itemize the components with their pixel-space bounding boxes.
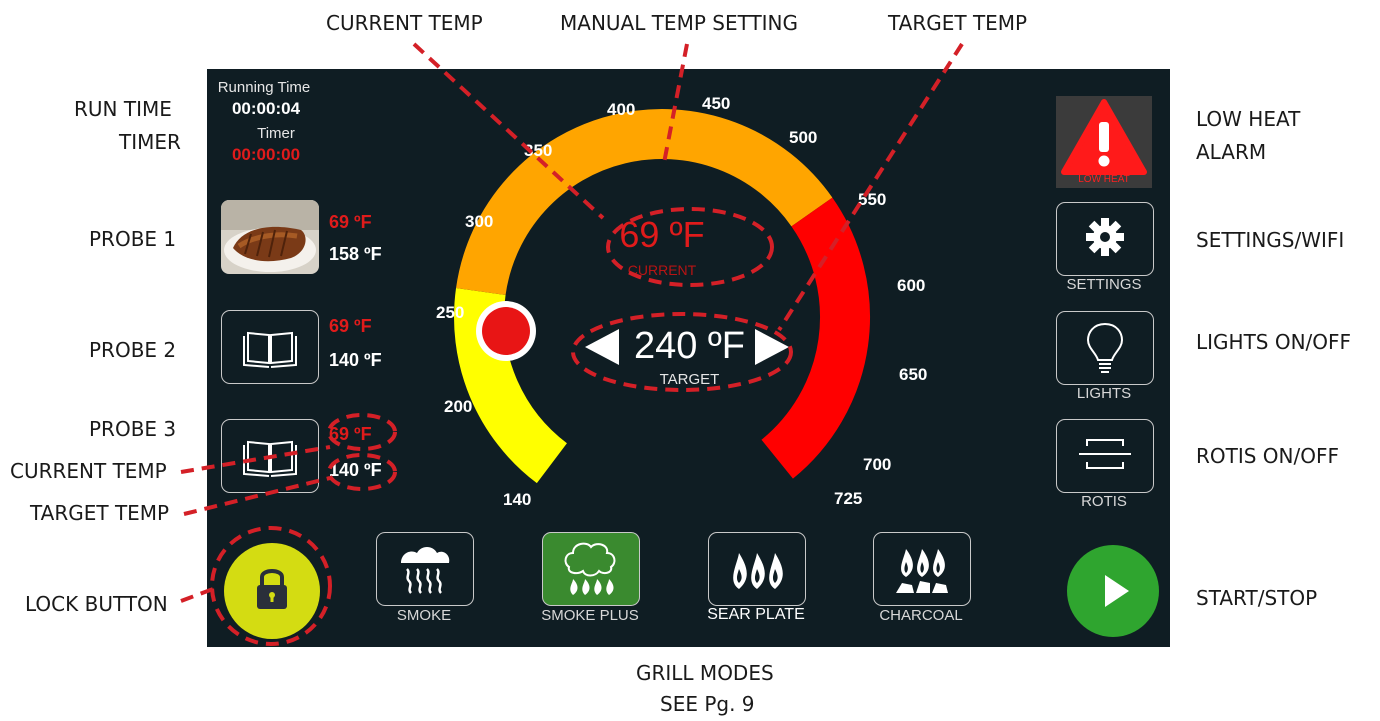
low-heat-label: LOW HEAT — [1078, 174, 1130, 185]
mode-sear-plate-button[interactable] — [708, 532, 806, 606]
callout-timer: TIMER — [119, 130, 181, 154]
gauge-label-650: 650 — [899, 365, 927, 384]
gauge-label-400: 400 — [607, 100, 635, 119]
gear-icon — [1086, 218, 1124, 256]
gauge-label-140: 140 — [503, 490, 531, 509]
callout-settings-wifi: SETTINGS/WIFI — [1196, 228, 1345, 252]
lightbulb-icon — [1086, 322, 1124, 373]
callout-lights-on-off: LIGHTS ON/OFF — [1196, 330, 1352, 354]
gauge-label-350: 350 — [524, 141, 552, 160]
callout-target-temp-top: TARGET TEMP — [888, 11, 1028, 35]
mode-charcoal-label: CHARCOAL — [879, 607, 963, 624]
callout-current-temp-left: CURRENT TEMP — [10, 459, 167, 483]
gauge-label-700: 700 — [863, 455, 891, 474]
gauge-label-500: 500 — [789, 128, 817, 147]
lights-label: LIGHTS — [1076, 385, 1132, 402]
target-increase-button[interactable] — [755, 329, 789, 365]
padlock-icon — [257, 569, 287, 609]
gauge-label-200: 200 — [444, 397, 472, 416]
gauge-label-450: 450 — [702, 94, 730, 113]
grill-touchscreen: Running Time 00:00:04 Timer 00:00:00 69 … — [207, 69, 1170, 647]
callout-probe-1: PROBE 1 — [89, 227, 177, 251]
play-icon — [1105, 575, 1129, 607]
gauge-label-550: 550 — [858, 190, 886, 209]
charcoal-icon — [896, 549, 948, 593]
callout-low-heat-alarm-2: ALARM — [1196, 140, 1267, 164]
mode-smoke-label: SMOKE — [396, 607, 452, 624]
rotis-button[interactable] — [1056, 419, 1154, 493]
low-heat-alarm[interactable]: LOW HEAT — [1056, 96, 1152, 188]
callout-low-heat-alarm-1: LOW HEAT — [1196, 107, 1301, 131]
gauge-label-600: 600 — [897, 276, 925, 295]
gauge-label-250: 250 — [436, 303, 464, 322]
gauge-knob-inner — [482, 307, 530, 355]
smoke-plus-icon — [564, 542, 616, 595]
target-temp-value: 240 ºF — [633, 325, 746, 367]
mode-charcoal-button[interactable] — [873, 532, 971, 606]
callout-run-time: RUN TIME — [74, 97, 172, 121]
callout-probe-2: PROBE 2 — [89, 338, 177, 362]
mode-smoke-plus-button[interactable] — [542, 532, 640, 606]
rotis-label: ROTIS — [1081, 493, 1127, 510]
callout-rotis-on-off: ROTIS ON/OFF — [1196, 444, 1339, 468]
lock-button[interactable] — [224, 543, 320, 639]
target-decrease-button[interactable] — [585, 329, 619, 365]
smoke-icon — [401, 547, 450, 594]
callout-current-temp-top: CURRENT TEMP — [326, 11, 483, 35]
callout-start-stop: START/STOP — [1196, 586, 1318, 610]
settings-label: SETTINGS — [1066, 276, 1142, 293]
mode-sear-plate-label: SEAR PLATE — [707, 606, 805, 623]
current-temp-value: 69 ºF — [619, 214, 705, 255]
gauge-label-725: 725 — [834, 489, 862, 508]
lights-button[interactable] — [1056, 311, 1154, 385]
mode-smoke-button[interactable] — [376, 532, 474, 606]
sear-plate-icon — [733, 553, 783, 589]
current-temp-label: CURRENT — [627, 262, 697, 278]
callout-target-temp-left: TARGET TEMP — [30, 501, 170, 525]
callout-see-page: SEE Pg. 9 — [660, 692, 755, 716]
rotisserie-icon — [1079, 439, 1131, 469]
callout-manual-temp-setting: MANUAL TEMP SETTING — [560, 11, 799, 35]
callout-lock-button: LOCK BUTTON — [25, 592, 168, 616]
mode-smoke-plus-label: SMOKE PLUS — [541, 607, 639, 624]
settings-button[interactable] — [1056, 202, 1154, 276]
target-temp-label: TARGET — [659, 371, 720, 388]
callout-grill-modes: GRILL MODES — [636, 661, 774, 685]
gauge-label-300: 300 — [465, 212, 493, 231]
callout-probe-3: PROBE 3 — [89, 417, 177, 441]
start-stop-button[interactable] — [1067, 545, 1159, 637]
